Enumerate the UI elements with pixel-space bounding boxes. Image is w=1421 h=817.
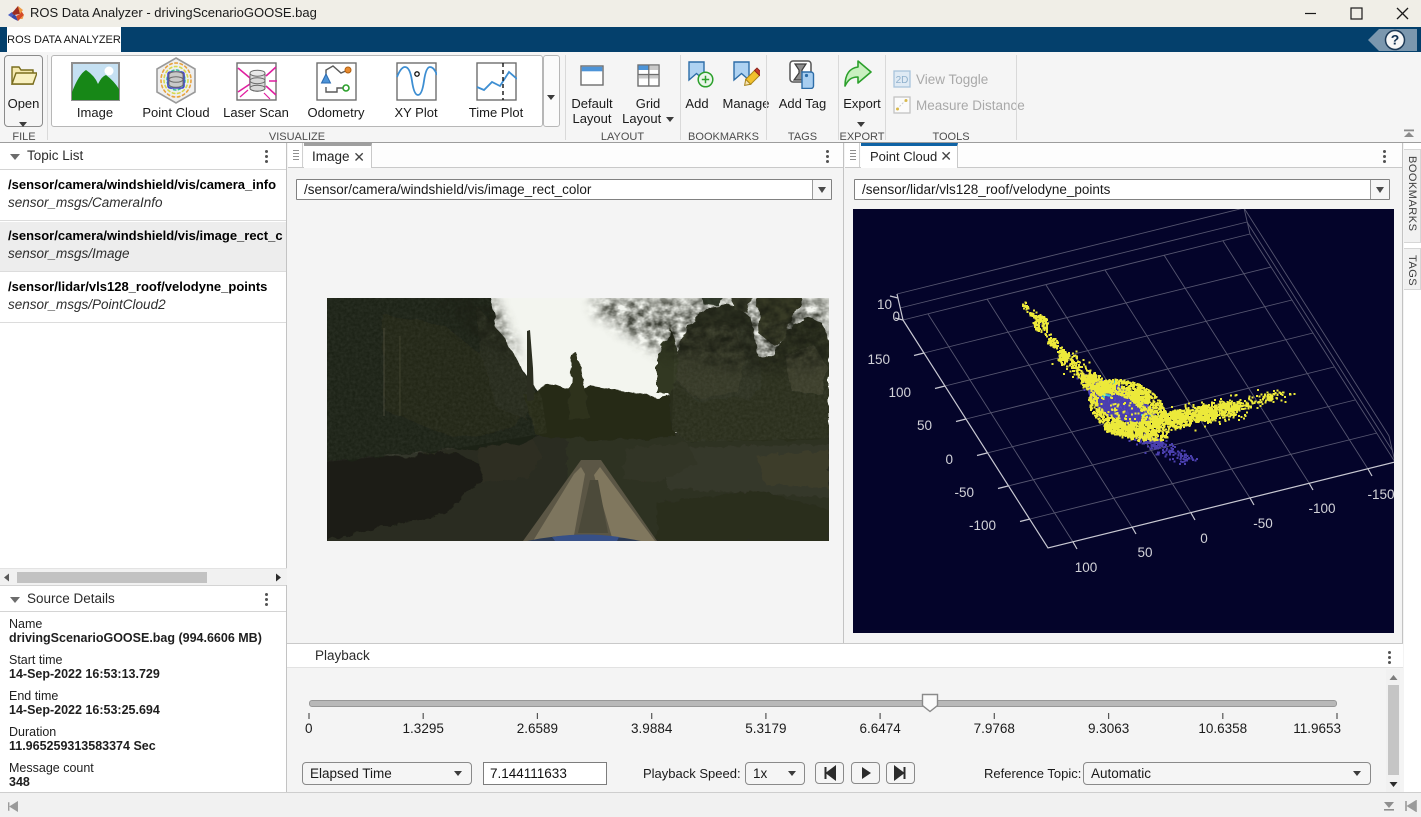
svg-text:-150: -150 [1367, 487, 1394, 502]
svg-text:0: 0 [305, 721, 313, 736]
svg-text:2.6589: 2.6589 [517, 721, 558, 736]
svg-text:0: 0 [1200, 531, 1208, 546]
svg-text:0: 0 [892, 309, 900, 324]
svg-text:-50: -50 [1253, 516, 1273, 531]
svg-text:-100: -100 [1308, 501, 1335, 516]
svg-text:2D: 2D [896, 75, 909, 86]
svg-text:3.9884: 3.9884 [631, 721, 673, 736]
svg-text:10.6358: 10.6358 [1198, 721, 1247, 736]
svg-text:7.9768: 7.9768 [974, 721, 1015, 736]
svg-text:-100: -100 [969, 518, 996, 533]
svg-text:9.3063: 9.3063 [1088, 721, 1129, 736]
svg-text:6.6474: 6.6474 [859, 721, 901, 736]
svg-text:11.9653: 11.9653 [1293, 721, 1341, 736]
svg-text:100: 100 [888, 385, 911, 400]
svg-text:50: 50 [917, 418, 932, 433]
svg-text:100: 100 [1075, 560, 1098, 575]
svg-text:?: ? [1391, 32, 1400, 48]
svg-text:0: 0 [945, 452, 953, 467]
svg-text:150: 150 [867, 352, 890, 367]
svg-text:1.3295: 1.3295 [403, 721, 444, 736]
svg-text:10: 10 [877, 297, 892, 312]
svg-text:50: 50 [1137, 545, 1152, 560]
svg-text:5.3179: 5.3179 [745, 721, 786, 736]
svg-text:-50: -50 [954, 485, 974, 500]
